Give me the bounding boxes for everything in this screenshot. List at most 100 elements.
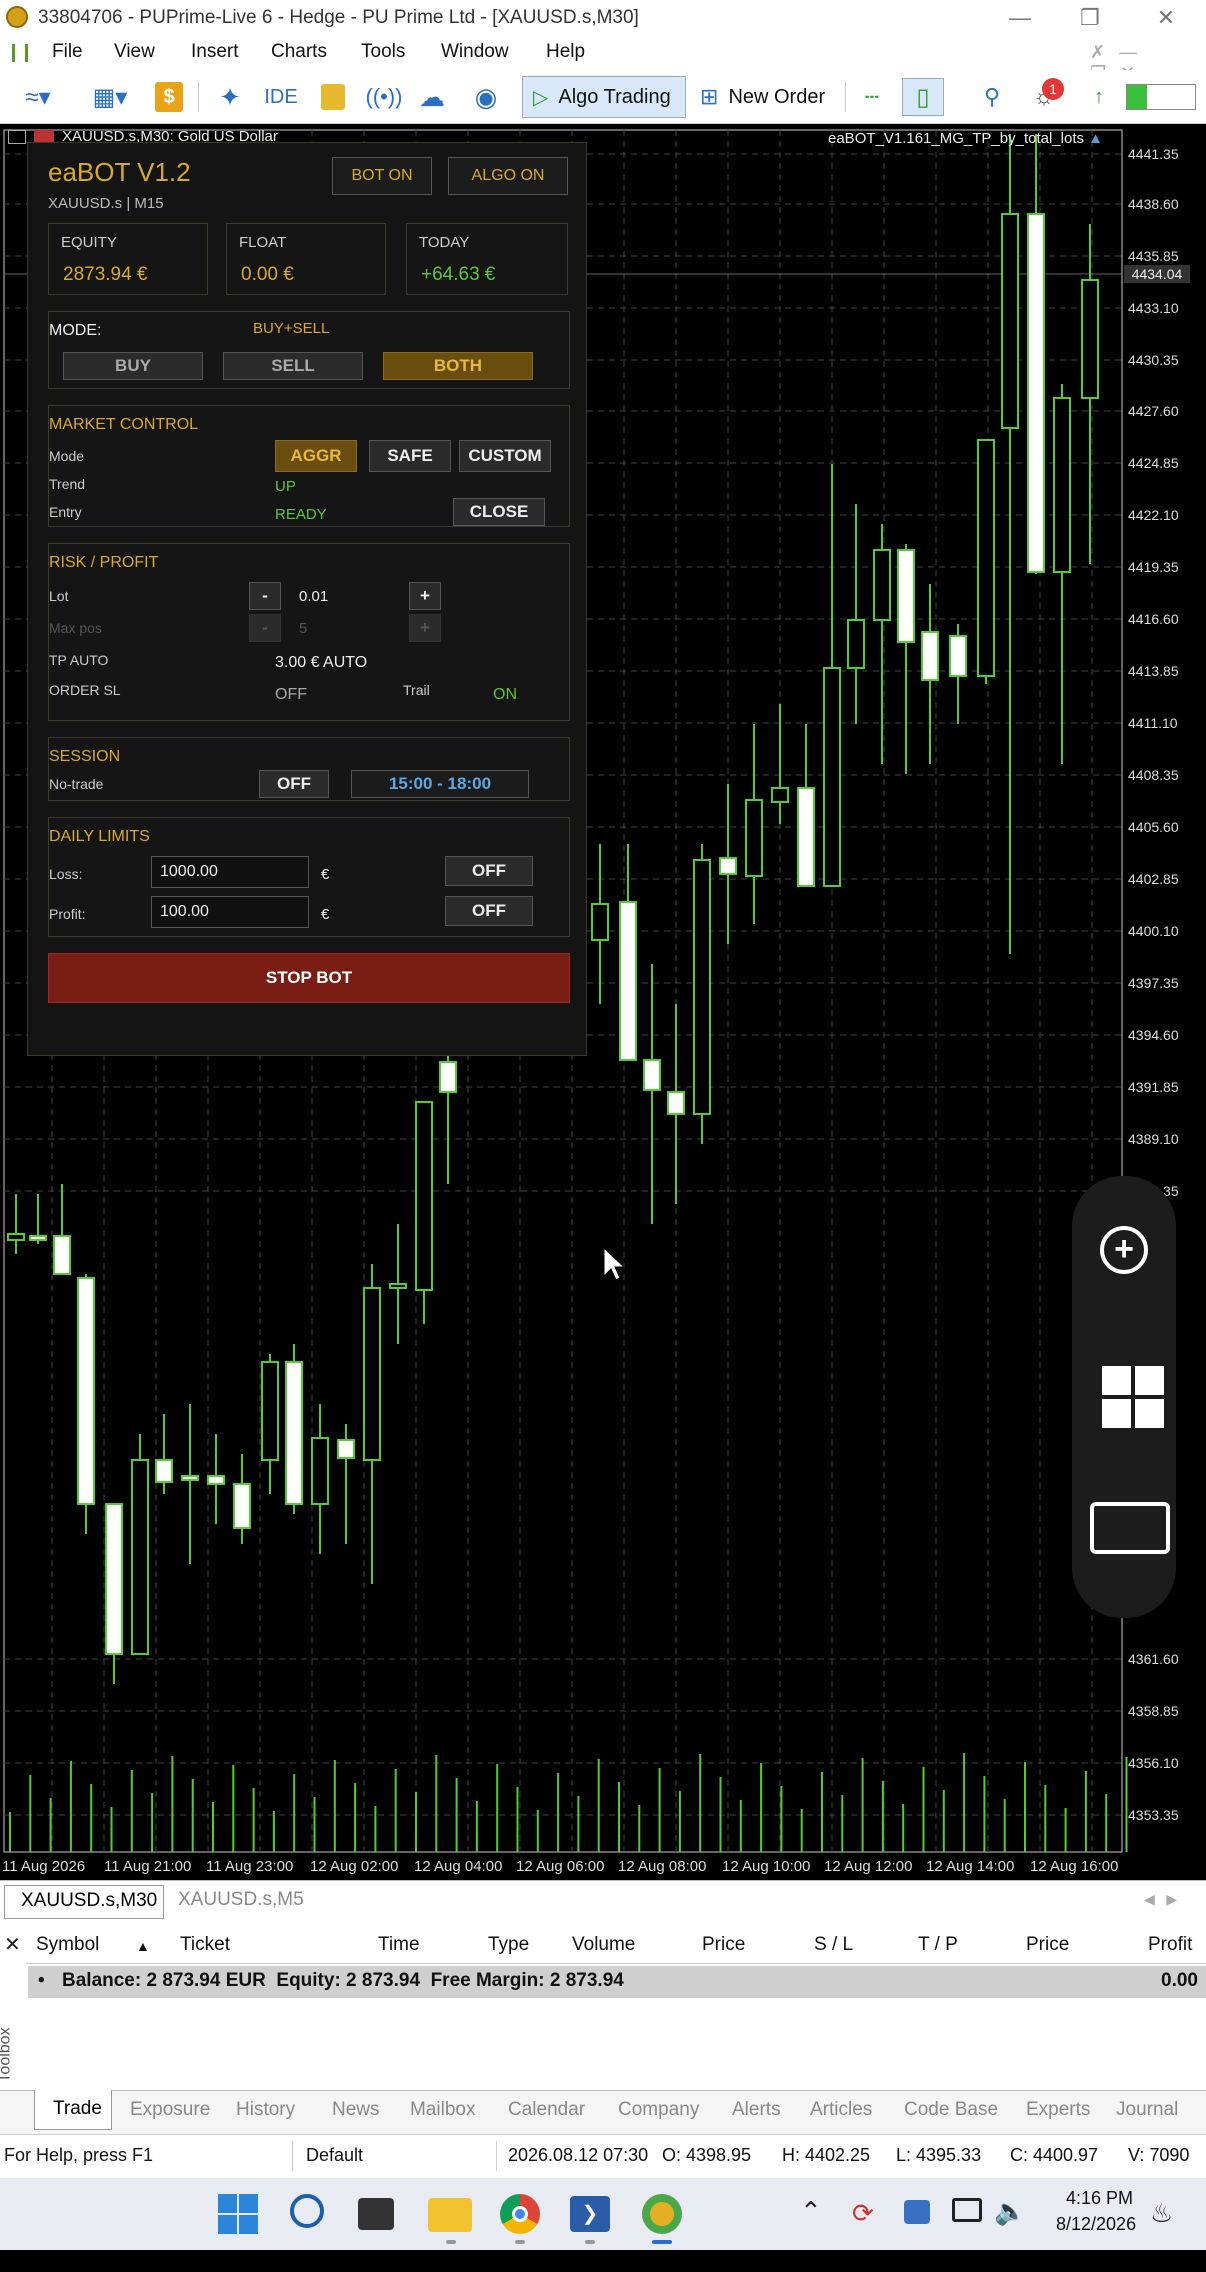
dollar-icon[interactable]: $ [154, 78, 184, 116]
time-axis-label: 12 Aug 16:00 [1030, 1858, 1119, 1875]
trend-label: Trend [49, 476, 86, 492]
folder-icon[interactable] [428, 2198, 472, 2232]
tab-trade[interactable]: Trade [34, 2090, 112, 2130]
sell-button[interactable]: SELL [223, 352, 363, 380]
candle-body [823, 667, 841, 887]
buy-button[interactable]: BUY [63, 352, 203, 380]
session-off-button[interactable]: OFF [259, 770, 329, 798]
metatrader-taskbar-icon[interactable] [642, 2194, 682, 2234]
close-button[interactable]: CLOSE [453, 498, 545, 526]
tab-news[interactable]: News [332, 2099, 380, 2121]
tab-xauusd-m5[interactable]: XAUUSD.s,M5 [178, 1889, 304, 1911]
toolbox-close-icon[interactable]: ✕ [4, 1932, 21, 1957]
session-time-button[interactable]: 15:00 - 18:00 [351, 770, 529, 798]
both-button[interactable]: BOTH [383, 352, 533, 380]
minimize-icon[interactable]: — [1000, 4, 1040, 32]
lot-plus-button[interactable]: + [409, 582, 441, 610]
sync-icon[interactable]: ⟳ [852, 2198, 874, 2229]
menu-help[interactable]: Help [546, 41, 585, 63]
network-icon[interactable] [952, 2198, 982, 2222]
signal-strength-icon[interactable]: ↑ [1084, 78, 1114, 116]
price-axis-label: 4438.60 [1128, 196, 1179, 212]
clock-time[interactable]: 4:16 PM [1066, 2188, 1133, 2209]
bot-on-button[interactable]: BOT ON [332, 157, 432, 195]
time-axis-label: 11 Aug 23:00 [206, 1858, 294, 1875]
algo-trading-button[interactable]: ▷ Algo Trading [522, 76, 686, 118]
bag-icon[interactable] [316, 78, 350, 116]
maxpos-plus-button[interactable]: + [409, 614, 441, 642]
line-chart-icon[interactable]: ≈▾ [8, 78, 68, 116]
stop-bot-button[interactable]: STOP BOT [48, 953, 570, 1003]
menu-tools[interactable]: Tools [361, 41, 405, 63]
tray-app-icon[interactable] [904, 2200, 930, 2224]
close-icon[interactable]: ✕ [1146, 4, 1186, 32]
loss-off-button[interactable]: OFF [445, 856, 533, 886]
loss-currency: € [321, 866, 330, 883]
start-icon[interactable] [218, 2194, 258, 2234]
powershell-icon[interactable]: ❯ [570, 2196, 610, 2232]
tab-calendar[interactable]: Calendar [508, 2099, 585, 2121]
aggr-button[interactable]: AGGR [275, 440, 357, 472]
tab-mailbox[interactable]: Mailbox [410, 2099, 475, 2121]
tab-articles[interactable]: Articles [810, 2099, 872, 2121]
profit-input[interactable]: 100.00 [151, 896, 309, 928]
col-price[interactable]: Price [702, 1934, 745, 1956]
profit-currency: € [321, 906, 330, 923]
tab-exposure[interactable]: Exposure [130, 2099, 210, 2121]
candlestick-icon[interactable]: ▯ [902, 78, 944, 116]
safe-button[interactable]: SAFE [369, 440, 451, 472]
search-taskbar-icon[interactable] [290, 2194, 324, 2228]
col-time[interactable]: Time [378, 1934, 420, 1956]
chart-type-icon[interactable]: ▦▾ [80, 78, 140, 116]
chrome-icon[interactable] [500, 2194, 540, 2234]
custom-button[interactable]: CUSTOM [459, 440, 551, 472]
notification-bell-icon[interactable]: ♨ [1150, 2198, 1173, 2229]
tray-chevron-icon[interactable]: ⌃ [800, 2196, 822, 2227]
tab-alerts[interactable]: Alerts [732, 2099, 781, 2121]
col-ticket[interactable]: Ticket [180, 1934, 230, 1956]
menu-view[interactable]: View [114, 41, 155, 63]
signal-icon[interactable]: ((•)) [364, 78, 404, 116]
maxpos-minus-button[interactable]: - [249, 614, 281, 642]
tab-code-base[interactable]: Code Base [904, 2099, 998, 2121]
keyboard-icon[interactable] [1090, 1502, 1170, 1554]
bar-chart-icon[interactable]: ┄ [852, 78, 892, 116]
ide-button[interactable]: IDE [258, 78, 304, 116]
zoom-in-icon[interactable]: + [1100, 1226, 1148, 1274]
time-axis-label: 11 Aug 2026 [2, 1858, 86, 1875]
menu-file[interactable]: File [52, 41, 83, 63]
maximize-icon[interactable]: ❐ [1070, 4, 1110, 32]
tabs-scroll-arrows[interactable]: ◀ ▶ [1144, 1891, 1177, 1908]
tab-journal[interactable]: Journal [1116, 2099, 1178, 2121]
terminal-icon[interactable] [358, 2198, 394, 2230]
menu-window[interactable]: Window [441, 41, 509, 63]
volume-icon[interactable]: 🔈 [994, 2196, 1026, 2227]
tab-experts[interactable]: Experts [1026, 2099, 1090, 2121]
algo-on-button[interactable]: ALGO ON [448, 157, 568, 195]
cloud-icon[interactable]: ☁ [412, 78, 452, 116]
col-type[interactable]: Type [488, 1934, 529, 1956]
menu-charts[interactable]: Charts [271, 41, 327, 63]
search-icon[interactable]: ⚲ [972, 78, 1012, 116]
vps-icon[interactable]: ◉ [466, 78, 506, 116]
sparkle-icon[interactable]: ✦ [210, 78, 250, 116]
tab-company[interactable]: Company [618, 2099, 699, 2121]
clock-date[interactable]: 8/12/2026 [1056, 2214, 1136, 2235]
col-tp[interactable]: T / P [918, 1934, 958, 1956]
new-order-button[interactable]: ⊞ New Order [694, 76, 834, 118]
col-price-current[interactable]: Price [1026, 1934, 1069, 1956]
col-volume[interactable]: Volume [572, 1934, 635, 1956]
col-symbol[interactable]: Symbol [36, 1934, 99, 1956]
tab-history[interactable]: History [236, 2099, 295, 2121]
status-low: L: 4395.33 [896, 2145, 982, 2165]
profit-off-button[interactable]: OFF [445, 896, 533, 926]
col-profit[interactable]: Profit [1148, 1934, 1192, 1956]
windows-grid-icon[interactable] [1102, 1366, 1164, 1428]
menu-insert[interactable]: Insert [191, 41, 239, 63]
tab-xauusd-m30[interactable]: XAUUSD.s,M30 [4, 1885, 164, 1919]
loss-input[interactable]: 1000.00 [151, 856, 309, 888]
mc-mode-label: Mode [49, 448, 85, 464]
col-sl[interactable]: S / L [814, 1934, 853, 1956]
lot-minus-button[interactable]: - [249, 582, 281, 610]
balance-row[interactable]: • Balance: 2 873.94 EUR Equity: 2 873.94… [28, 1966, 1206, 1998]
